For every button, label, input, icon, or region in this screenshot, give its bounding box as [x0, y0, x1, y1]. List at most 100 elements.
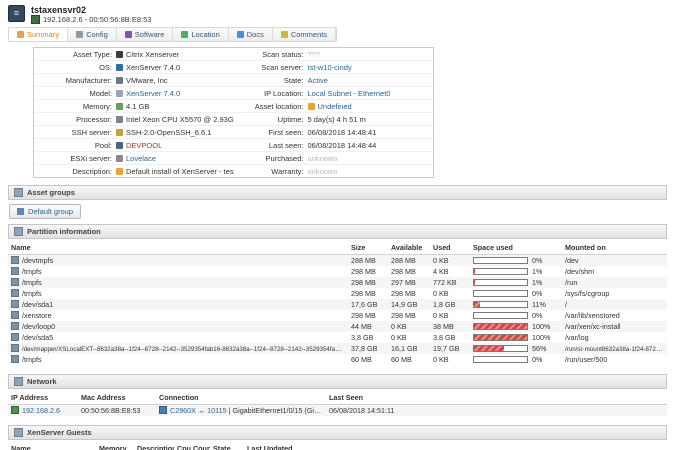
asset-groups-body: Default group	[8, 200, 667, 224]
detail-value-text: 06/08/2018 14:48:44	[307, 140, 377, 150]
detail-value[interactable]: Undefined	[307, 102, 352, 111]
space-used-percent: 100%	[532, 322, 551, 331]
partition-used-cell: 0 KB	[433, 355, 449, 364]
detail-value-text: tst-w10-cindy	[307, 62, 352, 72]
space-used-percent: 56%	[532, 344, 547, 353]
disk-icon	[11, 256, 19, 264]
tab-label: Summary	[27, 30, 60, 39]
space-used-percent: 1%	[532, 267, 543, 276]
partition-available-cell: 297 MB	[391, 278, 416, 287]
partition-size-cell: 298 MB	[351, 267, 376, 276]
detail-label: Scan server:	[261, 62, 304, 72]
detail-value-text: XenServer 7.4.0	[126, 62, 181, 72]
detail-value[interactable]: Default install of XenServer - test	[116, 167, 234, 176]
space-used-bar	[473, 345, 528, 352]
detail-value-text: VMware, Inc	[126, 75, 168, 85]
default-group-button[interactable]: Default group	[9, 204, 82, 219]
partition-available-cell: 14,9 GB	[391, 300, 418, 309]
partition-available-cell: 0 KB	[391, 322, 407, 331]
nic-icon	[11, 406, 19, 414]
detail-value: 5 day(s) 4 h 51 m	[308, 115, 366, 124]
partition-available-cell: 298 MB	[391, 311, 416, 320]
tab-docs[interactable]: Docs	[229, 28, 273, 41]
model-row: Model: XenServer 7.4.0	[34, 87, 234, 100]
detail-value-text: SSH-2.0-OpenSSH_6.6.1	[126, 127, 212, 137]
switch-link[interactable]: C2960X	[170, 406, 196, 415]
detail-label: Description:	[72, 166, 112, 176]
partition-used-cell: 19,7 GB	[433, 344, 460, 353]
col-header-empty	[418, 391, 667, 405]
partition-mounted-cell: /var/lib/xenstored	[562, 310, 667, 321]
col-header-mounted-on: Mounted on	[562, 241, 667, 255]
disk-icon	[11, 289, 19, 297]
ip-address-link[interactable]: 192.168.2.6	[22, 406, 60, 415]
col-header-state: State	[210, 442, 244, 450]
detail-value: Active	[308, 76, 328, 85]
cpu-icon	[116, 115, 123, 123]
scan-server-row: Scan server: tst-w10-cindy	[233, 61, 433, 74]
section-icon	[14, 227, 23, 236]
tab-software[interactable]: Software	[117, 28, 174, 41]
device-details-page: ≡ tstaxensvr02 192.168.2.6 - 00:50:56:8B…	[0, 0, 675, 450]
space-used-bar-fill	[474, 280, 475, 285]
partition-size-cell: 298 MB	[351, 311, 376, 320]
asset-type-row: Asset Type: Citrix Xenserver	[34, 48, 234, 61]
partition-used-cell: 4 KB	[433, 267, 449, 276]
partition-name-cell: /devtmpfs	[8, 255, 348, 267]
col-header-size: Size	[348, 241, 388, 255]
partition-name-cell: /dev/loop0	[8, 321, 348, 332]
partition-used-cell: 0 KB	[433, 256, 449, 265]
tab-bar: Summary Config Software Location Docs Co…	[8, 27, 338, 42]
partition-name: /tmpfs	[22, 278, 42, 287]
detail-value-text: Active	[307, 75, 328, 85]
col-header-description: Description	[134, 442, 174, 450]
warranty-row: Warranty: unknown	[234, 165, 434, 177]
tab-comments[interactable]: Comments	[273, 28, 337, 41]
partition-size-cell: 44 MB	[351, 322, 372, 331]
ip-location-row: IP Location: Local Subnet - Ethernet0	[233, 87, 433, 100]
col-header-used: Used	[430, 241, 470, 255]
tab-summary[interactable]: Summary	[9, 28, 69, 41]
partition-row: /dev/mapper/XSLocalEXT--8632a38a--1f24--…	[8, 343, 667, 354]
detail-value-text: Local Subnet - Ethernet0	[307, 88, 391, 98]
partition-row: /xenstore 298 MB 298 MB 0 KB 0% /var/lib…	[8, 310, 667, 321]
detail-value-text: 4.1 GB	[126, 101, 150, 111]
detail-value-text: Citrix Xenserver	[126, 49, 180, 59]
detail-label: Warranty:	[271, 166, 304, 176]
tab-location[interactable]: Location	[173, 28, 229, 41]
partition-row: /dev/loop0 44 MB 0 KB 38 MB 100% /var/xe…	[8, 321, 667, 332]
esxi-server-row: ESXi server: Lovelace	[34, 152, 234, 165]
connection-separator: |	[228, 406, 231, 415]
pool-row: Pool: DEVPOOL	[34, 139, 234, 152]
space-used-percent: 0%	[532, 289, 543, 298]
asset-groups-header: Asset groups	[8, 185, 667, 200]
port-id-link[interactable]: 10115	[207, 406, 226, 415]
section-title: Partition information	[27, 227, 101, 236]
partition-name: /dev/mapper/XSLocalEXT--8632a38a--1f24--…	[22, 346, 346, 353]
col-header-last-updated: Last Updated	[244, 442, 318, 450]
partition-table: Name Size Available Used Space used Moun…	[8, 241, 667, 365]
detail-value: Citrix Xenserver	[116, 50, 179, 59]
partition-mounted-on: /run/sr-mount8632a38a-1f24-8728-2142-352…	[565, 346, 667, 353]
partition-name-cell: /tmpfs	[8, 277, 348, 288]
section-title: Asset groups	[27, 188, 75, 197]
server-icon: ≡	[8, 5, 25, 22]
config-icon	[76, 31, 84, 38]
detail-value[interactable]: tst-w10-cindy	[308, 63, 352, 72]
partition-available-cell: 60 MB	[391, 355, 412, 364]
detail-value[interactable]: XenServer 7.4.0	[116, 89, 180, 98]
detail-value[interactable]: Lovelace	[116, 154, 156, 163]
os-row: OS: XenServer 7.4.0	[34, 61, 234, 74]
detail-value: unknown	[308, 167, 338, 176]
partition-mounted-on: /dev	[565, 256, 579, 265]
disk-icon	[11, 355, 19, 363]
partition-used-cell: 1,8 GB	[433, 300, 456, 309]
detail-value[interactable]: Local Subnet - Ethernet0	[308, 89, 391, 98]
tab-config[interactable]: Config	[68, 28, 117, 41]
detail-value-text: DEVPOOL	[126, 140, 163, 150]
disk-icon	[11, 322, 19, 330]
section-icon	[14, 377, 23, 386]
purchased-row: Purchased: unknown	[233, 152, 433, 165]
partition-size-cell: 298 MB	[351, 278, 376, 287]
memory-row: Memory: 4.1 GB	[34, 100, 234, 113]
